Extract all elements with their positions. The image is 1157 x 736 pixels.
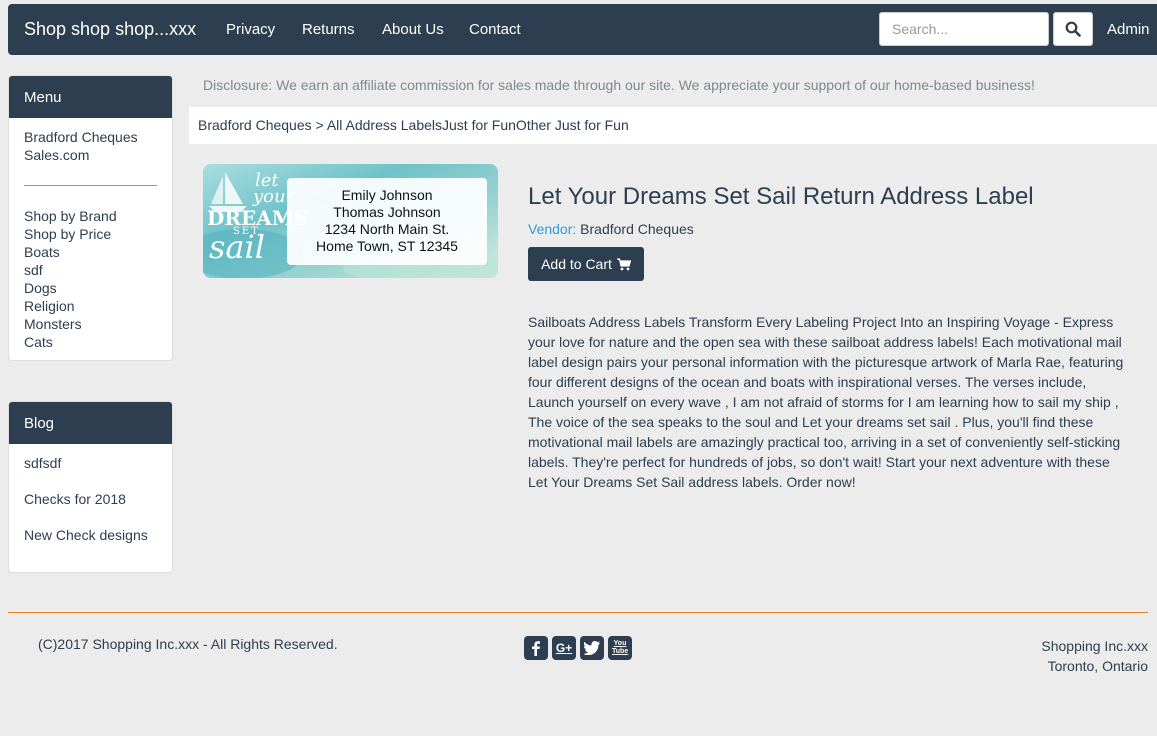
blog-title: Blog bbox=[9, 402, 172, 444]
add-to-cart-button[interactable]: Add to Cart bbox=[528, 247, 644, 281]
breadcrumb-trail: All Address LabelsJust for FunOther Just… bbox=[326, 117, 629, 133]
company-name: Shopping Inc.xxx bbox=[1041, 638, 1148, 654]
blog-panel: Blog sdfsdf Checks for 2018 New Check de… bbox=[8, 401, 173, 573]
breadcrumb: Bradford Cheques > All Address LabelsJus… bbox=[189, 107, 1157, 144]
footer-divider bbox=[8, 612, 1148, 613]
product-image[interactable]: let your DREAMS SET sail Emily Johnson T… bbox=[203, 164, 498, 278]
nav-returns[interactable]: Returns bbox=[302, 21, 355, 38]
vendor-label: Vendor: bbox=[528, 221, 577, 237]
address-line-2: Thomas Johnson bbox=[333, 204, 441, 220]
footer-company: Shopping Inc.xxx Toronto, Ontario bbox=[1041, 636, 1148, 676]
company-location: Toronto, Ontario bbox=[1047, 658, 1148, 674]
social-links: G+ You Tube bbox=[524, 636, 632, 660]
address-panel: Emily Johnson Thomas Johnson 1234 North … bbox=[287, 178, 487, 265]
sidebar-item-religion[interactable]: Religion bbox=[24, 297, 157, 315]
product-vendor: Vendor: Bradford Cheques bbox=[528, 221, 694, 237]
nav-about-us[interactable]: About Us bbox=[382, 21, 444, 38]
affiliate-disclosure: Disclosure: We earn an affiliate commiss… bbox=[203, 77, 1035, 93]
site-brand[interactable]: Shop shop shop...xxx bbox=[24, 19, 196, 40]
breadcrumb-separator: > bbox=[311, 117, 327, 133]
address-line-1: Emily Johnson bbox=[341, 187, 433, 203]
product-description: Sailboats Address Labels Transform Every… bbox=[528, 314, 1124, 490]
nav-privacy[interactable]: Privacy bbox=[226, 21, 275, 38]
breadcrumb-home[interactable]: Bradford Cheques bbox=[198, 117, 312, 133]
menu-divider bbox=[24, 185, 157, 186]
blog-item-checks-2018[interactable]: Checks for 2018 bbox=[24, 490, 157, 508]
youtube-icon[interactable]: You Tube bbox=[608, 636, 632, 660]
sidebar-item-cats[interactable]: Cats bbox=[24, 333, 157, 351]
menu-panel: Menu Bradford Cheques Sales.com Shop by … bbox=[8, 75, 173, 361]
menu-title: Menu bbox=[9, 76, 172, 118]
search-button[interactable] bbox=[1053, 12, 1093, 46]
add-to-cart-label: Add to Cart bbox=[541, 256, 612, 272]
search-input[interactable] bbox=[879, 12, 1049, 46]
sidebar-item-sdf[interactable]: sdf bbox=[24, 261, 157, 279]
search-icon bbox=[1065, 21, 1081, 37]
blog-item-sdfsdf[interactable]: sdfsdf bbox=[24, 454, 157, 472]
address-line-3: 1234 North Main St. bbox=[324, 221, 450, 237]
facebook-icon[interactable] bbox=[524, 636, 548, 660]
nav-contact[interactable]: Contact bbox=[469, 21, 521, 38]
sidebar-home-link[interactable]: Bradford Cheques Sales.com bbox=[24, 128, 157, 164]
sidebar-item-shop-by-price[interactable]: Shop by Price bbox=[24, 225, 157, 243]
google-plus-icon[interactable]: G+ bbox=[552, 636, 576, 660]
vendor-name: Bradford Cheques bbox=[580, 221, 694, 237]
google-plus-text: G+ bbox=[555, 641, 573, 655]
blog-item-new-check-designs[interactable]: New Check designs bbox=[24, 526, 157, 544]
admin-link[interactable]: Admin bbox=[1107, 21, 1150, 38]
sidebar-item-shop-by-brand[interactable]: Shop by Brand bbox=[24, 207, 157, 225]
sidebar-item-monsters[interactable]: Monsters bbox=[24, 315, 157, 333]
top-navbar: Shop shop shop...xxx Privacy Returns Abo… bbox=[8, 4, 1157, 55]
address-line-4: Home Town, ST 12345 bbox=[316, 238, 458, 254]
shopping-cart-icon bbox=[616, 257, 631, 270]
twitter-icon[interactable] bbox=[580, 636, 604, 660]
sidebar-item-boats[interactable]: Boats bbox=[24, 243, 157, 261]
deco-sail: sail bbox=[209, 228, 265, 266]
footer-copyright: (C)2017 Shopping Inc.xxx - All Rights Re… bbox=[38, 636, 338, 652]
product-title: Let Your Dreams Set Sail Return Address … bbox=[528, 183, 1034, 210]
sidebar-item-dogs[interactable]: Dogs bbox=[24, 279, 157, 297]
youtube-text: You Tube bbox=[612, 640, 629, 655]
